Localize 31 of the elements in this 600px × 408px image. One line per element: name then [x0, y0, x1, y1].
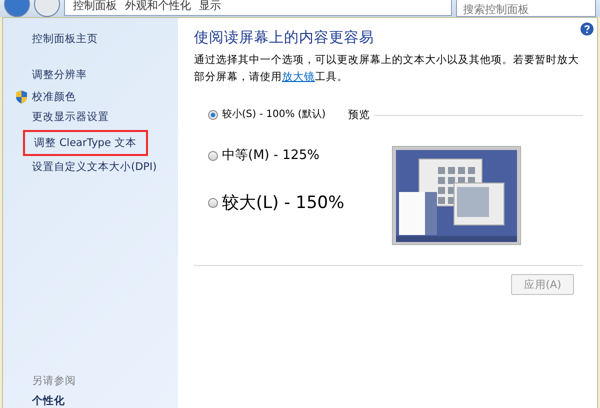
page-title: 使阅读屏幕上的内容更容易: [194, 28, 375, 47]
shield-icon: [15, 90, 28, 104]
size-radio-option[interactable]: 较大(L) - 150%: [208, 192, 344, 214]
preview-label: 预览: [348, 108, 370, 122]
radio-icon[interactable]: [208, 110, 218, 120]
see-also-heading: 另请参阅: [32, 374, 77, 388]
breadcrumb[interactable]: 控制面板: [73, 0, 117, 13]
see-also-link[interactable]: 个性化: [32, 394, 178, 408]
help-icon[interactable]: [580, 22, 594, 36]
highlighted-sidebar-link[interactable]: 调整 ClearType 文本: [23, 130, 148, 156]
sidebar-link-label: 调整 ClearType 文本: [34, 136, 136, 150]
sidebar-link-label: 校准颜色: [32, 90, 76, 104]
description-text: 通过选择其中一个选项，可以更改屏幕上的文本大小以及其他项。若要暂时放大部分屏幕，请使用放大镜工具。: [194, 53, 580, 85]
search-field[interactable]: 搜索控制面板: [456, 0, 596, 17]
sidebar-link-label: 调整分辨率: [32, 68, 87, 82]
sidebar-link[interactable]: 调整分辨率: [11, 66, 87, 84]
sidebar-link[interactable]: 控制面板主页: [11, 30, 98, 48]
magnifier-link[interactable]: 放大镜: [282, 71, 315, 83]
size-radio-option[interactable]: 中等(M) - 125%: [208, 148, 320, 165]
radio-icon[interactable]: [208, 151, 218, 162]
sidebar-link[interactable]: 设置自定义文本大小(DPI): [11, 158, 157, 176]
breadcrumb[interactable]: 显示: [199, 0, 221, 13]
sidebar-link-label: 控制面板主页: [32, 32, 98, 46]
radio-icon[interactable]: [208, 198, 218, 208]
sidebar-link-label: 设置自定义文本大小(DPI): [32, 160, 157, 174]
breadcrumb[interactable]: 外观和个性化: [125, 0, 191, 13]
address-bar[interactable]: 控制面板 外观和个性化 显示: [64, 0, 452, 16]
sidebar-link[interactable]: 校准颜色: [11, 88, 76, 106]
sidebar-link[interactable]: 更改显示器设置: [11, 108, 109, 126]
sidebar-link-label: 更改显示器设置: [32, 110, 109, 124]
size-radio-option[interactable]: 较小(S) - 100% (默认): [208, 108, 326, 121]
